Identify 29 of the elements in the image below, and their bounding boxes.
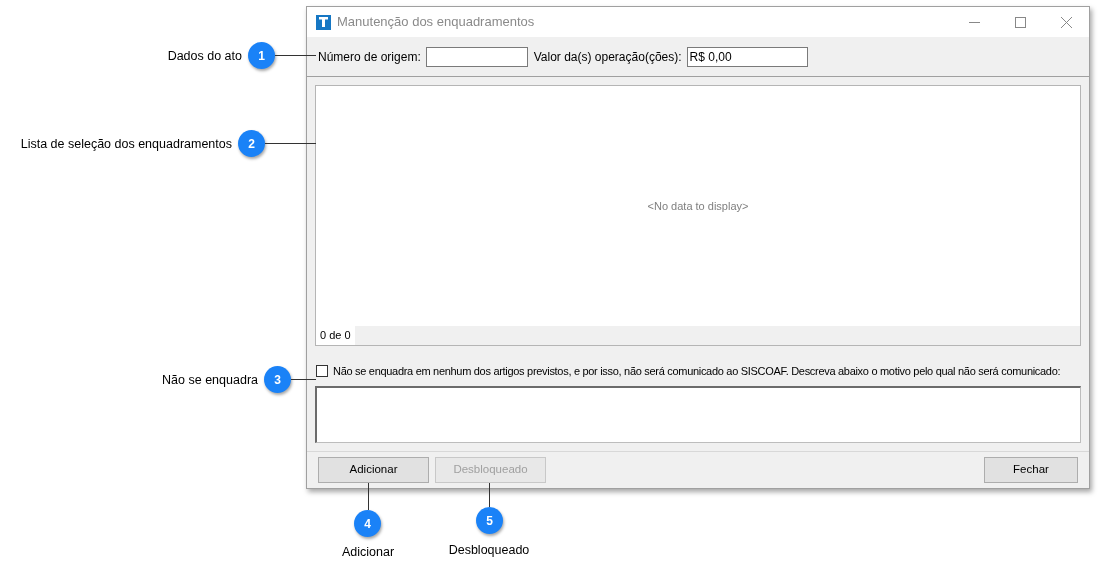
leader-line [368,483,369,510]
dialog-button[interactable]: Adicionar [318,456,429,483]
callout-label: Dados do ato [167,48,242,65]
input-field[interactable]: R$ 0,00 [686,46,808,67]
empty-list-text: <No data to display> [647,198,749,214]
callout-label: Adicionar [340,544,396,561]
callout-badge: 2 [238,130,265,157]
field-label: Número de origem: [318,48,421,66]
selection-list[interactable]: <No data to display> 0 de 0 [315,85,1081,346]
checkbox-label: Não se enquadra em nenhum dos artigos previstos, e por isso, não será comunicado ao SISCOAF. Descreva abaixo o motivo pelo qual não será comunicado: [333,364,1061,379]
callout-badge: 1 [248,42,275,69]
field-label: Valor da(s) operação(ções): [533,48,682,66]
leader-line [489,483,490,507]
record-count: 0 de 0 [316,326,355,345]
leader-line [275,55,316,56]
leader-line [265,143,316,144]
callout-badge: 4 [354,510,381,537]
callout-label: Desbloqueado [447,542,531,559]
callout-label: Não se enquadra [162,372,258,389]
app-logo-icon [316,14,331,30]
callout-label: Lista de seleção dos enquadramentos [20,136,232,153]
dialog-button[interactable]: Fechar [984,456,1078,483]
callout-badge: 5 [476,507,503,534]
leader-line [291,379,316,380]
window-title: Manutenção dos enquadramentos [337,13,535,32]
input-field[interactable] [425,46,528,67]
reason-text-area[interactable] [315,385,1081,443]
callout-badge: 3 [264,366,291,393]
checkbox[interactable] [316,365,328,378]
